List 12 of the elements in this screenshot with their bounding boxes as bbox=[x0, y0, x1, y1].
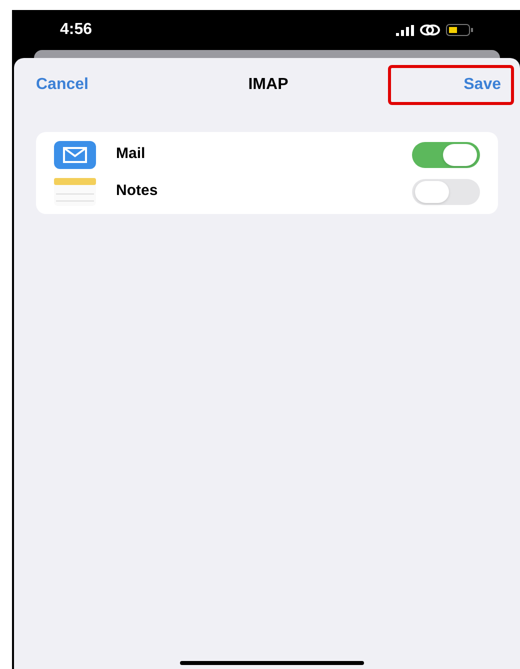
mail-icon bbox=[54, 140, 96, 168]
save-button[interactable]: Save bbox=[388, 65, 514, 105]
toggle-switch[interactable] bbox=[412, 178, 480, 204]
toggle-label: Mail bbox=[116, 144, 146, 164]
toggle-switch[interactable] bbox=[412, 142, 480, 168]
toggle-label: Notes bbox=[116, 181, 159, 202]
status-time: 4:56 bbox=[60, 20, 92, 40]
signal-icon bbox=[396, 24, 414, 36]
battery-icon bbox=[446, 24, 474, 36]
cancel-button[interactable]: Cancel bbox=[36, 73, 88, 97]
link-icon bbox=[420, 24, 440, 36]
nav-title: IMAP bbox=[248, 75, 288, 95]
